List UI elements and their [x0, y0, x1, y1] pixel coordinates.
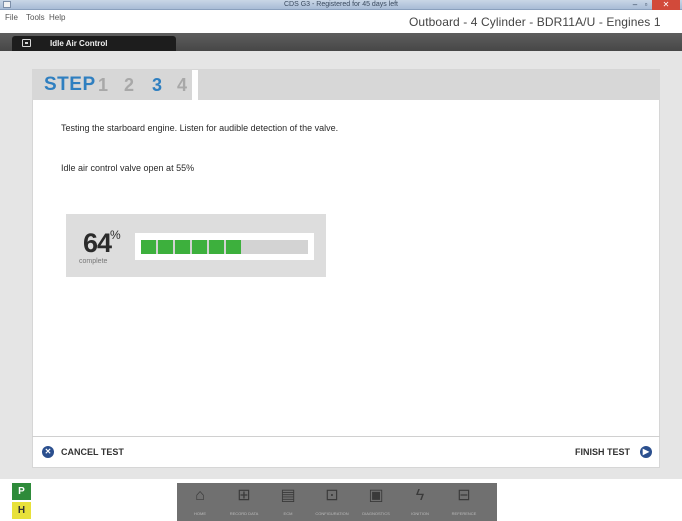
- status-badge-p: P: [12, 483, 31, 500]
- dock-item-label: ECM: [283, 511, 293, 516]
- progress-card: 64 % complete: [66, 214, 326, 277]
- progress-bar: [135, 233, 314, 260]
- step-current-marker: [192, 70, 198, 100]
- window-titlebar: CDS G3 - Registered for 45 days left – ▫…: [0, 0, 682, 10]
- progress-percent: 64: [83, 228, 112, 258]
- step-indicator: STEP 1 2 3 4: [32, 70, 660, 100]
- dock-item-label: RECORD DATA: [229, 511, 259, 516]
- footer-divider: [32, 436, 660, 437]
- progress-segment: [209, 240, 224, 254]
- dock-item-recorded-data[interactable]: ⊞ RECORD DATA: [227, 483, 261, 521]
- dock-item-label: REFERENCE: [451, 511, 477, 516]
- status-badge-h: H: [12, 502, 31, 519]
- dock-item-label: CONFIGURATION: [315, 511, 349, 516]
- maximize-button[interactable]: ▫: [640, 0, 652, 10]
- menu-bar: File Tools Help Outboard - 4 Cylinder - …: [0, 10, 682, 33]
- step-label: STEP: [44, 74, 96, 95]
- step-1: 1: [97, 75, 108, 95]
- dock-item-diagnostics[interactable]: ▣ DIAGNOSTICS: [359, 483, 393, 521]
- progress-label: complete: [79, 258, 108, 265]
- tab-label: Idle Air Control: [50, 39, 108, 48]
- dock-item-reference[interactable]: ⊟ REFERENCE: [447, 483, 481, 521]
- close-button[interactable]: ✕: [652, 0, 680, 10]
- monitor-icon: ▣: [368, 487, 384, 504]
- tab-idle-air-control[interactable]: Idle Air Control: [12, 36, 176, 51]
- dock-item-ecm[interactable]: ▤ ECM: [271, 483, 305, 521]
- dock-item-home[interactable]: ⌂ HOME: [183, 483, 217, 521]
- step-3-current: 3: [151, 75, 162, 95]
- monitor-icon: [22, 39, 31, 47]
- document-icon: ▤: [280, 487, 296, 504]
- window-title: CDS G3 - Registered for 45 days left: [284, 1, 398, 8]
- step-2: 2: [123, 75, 134, 95]
- progress-segment: [175, 240, 190, 254]
- book-icon: ⊟: [457, 487, 471, 504]
- tree-icon: ⊞: [237, 487, 251, 504]
- finish-test-label: FINISH TEST: [575, 447, 631, 457]
- home-icon: ⌂: [195, 487, 205, 504]
- progress-segment: [226, 240, 241, 254]
- engine-title: Outboard - 4 Cylinder - BDR11A/U - Engin…: [409, 15, 661, 29]
- app-header: Idle Air Control: [0, 33, 682, 51]
- dock-item-ignition[interactable]: ϟ IGNITION: [403, 483, 437, 521]
- progress-track: [141, 240, 308, 254]
- dock-item-label: DIAGNOSTICS: [362, 511, 390, 516]
- instruction-text: Testing the starboard engine. Listen for…: [61, 123, 339, 133]
- arrow-right-circle-icon: ▶: [640, 446, 652, 458]
- cancel-test-label: CANCEL TEST: [61, 447, 124, 457]
- dock-item-label: HOME: [194, 511, 206, 516]
- dock-toolbar: ⌂ HOME ⊞ RECORD DATA ▤ ECM ⊡ CONFIGURATION ▣ DIAG…: [177, 483, 497, 521]
- progress-segment: [158, 240, 173, 254]
- progress-percent-sign: %: [110, 228, 121, 242]
- dock-item-label: IGNITION: [411, 511, 429, 516]
- menu-tools[interactable]: Tools: [26, 12, 45, 24]
- menu-file[interactable]: File: [5, 12, 18, 24]
- progress-segment: [141, 240, 156, 254]
- engine-icon: ⊡: [325, 487, 339, 504]
- dock-item-configuration[interactable]: ⊡ CONFIGURATION: [315, 483, 349, 521]
- menu-help[interactable]: Help: [49, 12, 65, 24]
- close-circle-icon: ✕: [42, 446, 54, 458]
- lightning-icon: ϟ: [415, 487, 425, 504]
- step-4: 4: [176, 75, 187, 95]
- valve-status-text: Idle air control valve open at 55%: [61, 163, 195, 173]
- progress-segment: [192, 240, 207, 254]
